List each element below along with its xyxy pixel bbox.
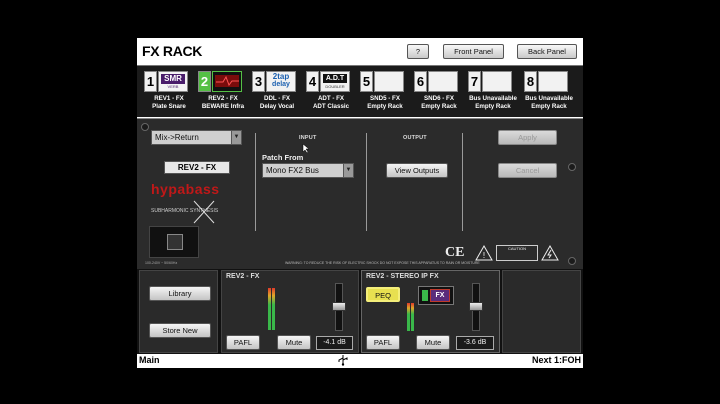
patch-from-label: Patch From <box>262 153 304 162</box>
mode-select[interactable]: Mix->Return ▼ <box>151 130 242 145</box>
slot-number: 8 <box>524 71 537 92</box>
screw-icon <box>568 163 576 171</box>
rack-slot-1[interactable]: 1 SMR VERB REV1 - FX Plate Snare <box>143 69 195 117</box>
caution-label: CAUTION <box>508 246 526 251</box>
x-emblem-icon <box>193 200 215 224</box>
input-section-title: INPUT <box>299 135 317 141</box>
warning-text: WARNING: TO REDUCE THE RISK OF ELECTRIC … <box>285 261 480 265</box>
channel-rev2-stereo: REV2 - STEREO IP FX PEQ FX PAFL Mute -3.… <box>361 270 500 353</box>
empty-channel-box <box>502 270 581 353</box>
rack-slot-4[interactable]: 4 A.D.T DOUBLER ADT - FX ADT Classic <box>305 69 357 117</box>
slot-number: 4 <box>306 71 319 92</box>
back-panel-button[interactable]: Back Panel <box>517 44 577 59</box>
patch-from-value: Mono FX2 Bus <box>266 166 319 175</box>
channel-title: REV2 - STEREO IP FX <box>366 273 439 280</box>
level-meter <box>272 288 275 330</box>
peq-button[interactable]: PEQ <box>366 287 400 302</box>
slot-number: 1 <box>144 71 157 92</box>
cancel-button[interactable]: Cancel <box>498 163 557 178</box>
2tap-delay-logo: 2tap delay <box>266 71 296 92</box>
screw-icon <box>568 257 576 265</box>
fx-panel: Mix->Return ▼ REV2 - FX hypabass SUBHARM… <box>137 118 583 269</box>
slot-number: 6 <box>414 71 427 92</box>
mute-button[interactable]: Mute <box>277 335 311 350</box>
next-scene-label[interactable]: Next 1:FOH <box>532 355 581 365</box>
channel-rev2-fx: REV2 - FX PAFL Mute -4.1 dB <box>221 270 359 353</box>
hypabass-brand-logo: hypabass <box>151 181 220 197</box>
level-meter <box>407 303 410 331</box>
usb-icon <box>338 355 348 366</box>
fx-name-label: REV2 - FX <box>164 161 230 174</box>
rack-slot-5[interactable]: 5 SND5 - FX Empty Rack <box>359 69 411 117</box>
empty-slot-logo <box>538 71 568 92</box>
divider <box>462 133 463 231</box>
help-button[interactable]: ? <box>407 44 429 59</box>
mode-select-value: Mix->Return <box>155 133 199 142</box>
empty-slot-logo <box>374 71 404 92</box>
fx-rack-window: FX RACK ? Front Panel Back Panel 1 SMR V… <box>137 38 583 368</box>
power-rating-label: 100-240V ~ 50/60Hz <box>145 261 178 265</box>
fader-cap-icon[interactable] <box>332 302 346 311</box>
rack-slot-6[interactable]: 6 SND6 - FX Empty Rack <box>413 69 465 117</box>
warning-triangle-icon: ! <box>475 245 493 261</box>
slot-subcaption: Empty Rack <box>531 103 567 110</box>
slot-number: 2 <box>198 71 211 92</box>
adt-doubler-logo: A.D.T DOUBLER <box>320 71 350 92</box>
screw-icon <box>141 123 149 131</box>
divider <box>255 133 256 231</box>
chevron-down-icon: ▼ <box>231 131 241 144</box>
shock-warning-icon <box>541 245 559 261</box>
smr-verb-logo: SMR VERB <box>158 71 188 92</box>
patch-from-select[interactable]: Mono FX2 Bus ▼ <box>262 163 354 178</box>
power-socket-icon <box>149 226 199 258</box>
pafl-button[interactable]: PAFL <box>366 335 400 350</box>
rack-slot-3[interactable]: 3 2tap delay DDL - FX Delay Vocal <box>251 69 303 117</box>
slot-number: 7 <box>468 71 481 92</box>
status-main-label: Main <box>139 355 160 365</box>
rack-slot-7[interactable]: 7 Bus Unavailable Empty Rack <box>467 69 519 117</box>
fader-cap-icon[interactable] <box>469 302 483 311</box>
pafl-button[interactable]: PAFL <box>226 335 260 350</box>
volume-fader[interactable] <box>469 283 483 331</box>
hypabass-logo <box>212 71 242 92</box>
fx-route-icon[interactable]: FX <box>418 286 454 305</box>
regulatory-text-block <box>474 226 564 241</box>
slot-caption: Bus Unavailable <box>525 95 573 102</box>
rack-slot-2[interactable]: 2 REV2 - FX BEWARE Infra <box>197 69 249 117</box>
caution-box: CAUTION <box>496 245 538 261</box>
level-readout: -4.1 dB <box>316 336 353 350</box>
channel-strip: Library Store New REV2 - FX PAFL Mute -4… <box>137 269 583 354</box>
mute-button[interactable]: Mute <box>416 335 450 350</box>
library-button[interactable]: Library <box>149 286 211 301</box>
apply-button[interactable]: Apply <box>498 130 557 145</box>
status-bar: Main Next 1:FOH <box>137 354 583 368</box>
slot-subcaption: Empty Rack <box>475 103 511 110</box>
fx-rack-slots: 1 SMR VERB REV1 - FX Plate Snare 2 REV2 … <box>137 65 583 117</box>
slot-caption: Bus Unavailable <box>469 95 517 102</box>
empty-slot-logo <box>482 71 512 92</box>
volume-fader[interactable] <box>332 283 346 331</box>
empty-slot-logo <box>428 71 458 92</box>
cursor-icon <box>302 143 310 153</box>
front-panel-button[interactable]: Front Panel <box>443 44 504 59</box>
rack-slot-8[interactable]: 8 Bus Unavailable Empty Rack <box>523 69 575 117</box>
divider <box>366 133 367 231</box>
slot-number: 5 <box>360 71 373 92</box>
view-outputs-button[interactable]: View Outputs <box>386 163 448 178</box>
title-bar: FX RACK ? Front Panel Back Panel <box>137 38 583 65</box>
level-meter <box>268 288 271 330</box>
level-readout: -3.6 dB <box>456 336 494 350</box>
ce-mark: CE <box>445 245 465 260</box>
level-meter <box>411 303 414 331</box>
channel-title: REV2 - FX <box>226 273 260 280</box>
library-box: Library Store New <box>139 270 218 353</box>
store-new-button[interactable]: Store New <box>149 323 211 338</box>
output-section-title: OUTPUT <box>403 135 427 141</box>
page-title: FX RACK <box>142 43 203 59</box>
slot-number: 3 <box>252 71 265 92</box>
svg-text:!: ! <box>482 251 485 260</box>
chevron-down-icon: ▼ <box>343 164 353 177</box>
